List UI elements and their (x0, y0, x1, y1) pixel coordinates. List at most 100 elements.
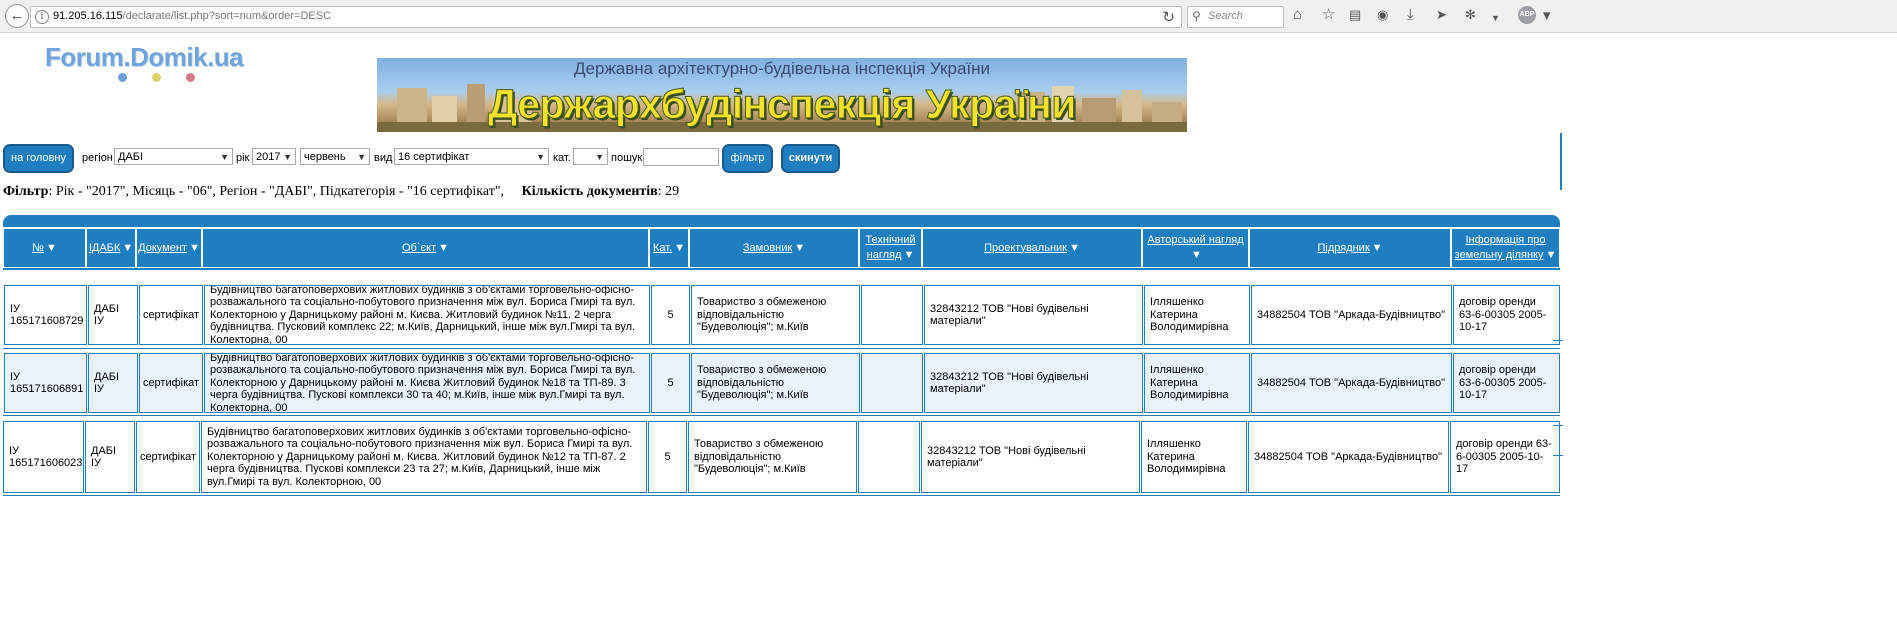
search-label: пошук (611, 152, 643, 164)
region-select[interactable]: ДАБІ ▼ (114, 148, 233, 165)
download-icon[interactable]: ⤓ (1407, 6, 1414, 24)
bookmark-star-icon[interactable]: ☆ (1322, 6, 1335, 24)
cell-author: Ілляшенко Катерина Володимирівна (1141, 421, 1247, 493)
region-select-value: ДАБІ (118, 151, 144, 163)
chevron-down-icon: ▼ (283, 152, 292, 162)
header-category[interactable]: Кат. ▼ (649, 228, 689, 268)
edge-divider (1560, 133, 1562, 190)
header-customer[interactable]: Замовник ▼ (689, 228, 859, 268)
header-land-label-1: Інформація про (1465, 234, 1546, 246)
search-input[interactable] (643, 148, 719, 166)
sort-arrow-icon: ▼ (903, 249, 915, 261)
year-select[interactable]: 2017 ▼ (252, 148, 296, 165)
header-object[interactable]: Об`єкт ▼ (202, 228, 649, 268)
table-top-bar (3, 215, 1560, 227)
month-select[interactable]: червень ▼ (300, 148, 370, 165)
cell-category: 5 (651, 285, 690, 345)
home-button[interactable]: на головну (3, 144, 74, 173)
cell-customer: Товариство з обмеженою відповідальністю … (691, 285, 860, 345)
cell-number[interactable]: ІУ 165171608729 (4, 285, 87, 345)
info-icon[interactable]: i (35, 10, 49, 24)
sort-arrow-icon: ▼ (1371, 241, 1383, 254)
header-technical-label-1: Технічний (865, 234, 916, 246)
cell-land: договір оренди 63-6-00305 2005-10-17 (1453, 353, 1560, 413)
header-number[interactable]: № ▼ (3, 228, 86, 268)
home-icon[interactable]: ⌂ (1293, 6, 1302, 24)
cell-document[interactable]: сертифікат (139, 285, 203, 345)
sort-arrow-icon: ▼ (188, 241, 200, 254)
address-bar[interactable]: i 91.205.16.115/declarate/list.php?sort=… (30, 6, 1182, 28)
chevron-down-icon: ▼ (595, 152, 604, 162)
filter-summary-label: Фільтр (3, 184, 49, 199)
header-technical-supervision[interactable]: Технічний нагляд ▼ (859, 228, 922, 268)
header-land-info[interactable]: Інформація про земельну ділянку ▼ (1451, 228, 1560, 268)
reset-button[interactable]: скинути (781, 144, 840, 173)
table-row[interactable]: ІУ 165171606891 ДАБІ ІУ сертифікат Будів… (3, 353, 1560, 413)
row-separator (3, 495, 1560, 496)
cell-customer: Товариство з обмеженою відповідальністю … (688, 421, 857, 493)
header-document-label: Документ (138, 241, 187, 254)
document-count-value: : 29 (657, 184, 680, 199)
reading-list-icon[interactable]: ▤ (1349, 6, 1361, 24)
cell-number[interactable]: ІУ 165171606891 (4, 353, 87, 413)
logo-dot (186, 73, 195, 82)
header-author-supervision[interactable]: Авторський нагляд ▼ (1142, 228, 1249, 268)
category-label: кат. (553, 152, 571, 164)
row-separator (3, 415, 1560, 416)
browser-toolbar: ← i 91.205.16.115/declarate/list.php?sor… (0, 0, 1897, 33)
banner-subtitle: Державна архітектурно-будівельна інспекц… (573, 59, 991, 78)
search-icon: ⚲ (1192, 9, 1201, 23)
cell-number[interactable]: ІУ 165171606023 (3, 421, 84, 493)
logo-dot (118, 73, 127, 82)
url-host: 91.205.16.115 (53, 10, 123, 22)
logo-dots (118, 71, 208, 83)
chevron-down-icon[interactable]: ▼ (1491, 9, 1500, 27)
url-text[interactable]: 91.205.16.115/declarate/list.php?sort=nu… (53, 10, 331, 22)
header-document[interactable]: Документ ▼ (136, 228, 202, 268)
cell-technical (861, 353, 923, 413)
region-label: регіон (82, 152, 113, 164)
header-land-label-2: земельну ділянку (1454, 249, 1544, 261)
table-row[interactable]: ІУ 165171608729 ДАБІ ІУ сертифікат Будів… (3, 285, 1560, 345)
search-bar[interactable]: ⚲ Search (1187, 6, 1284, 28)
cell-document[interactable]: сертифікат (136, 421, 200, 493)
back-icon[interactable]: ← (5, 4, 29, 28)
header-contractor[interactable]: Підрядник ▼ (1249, 228, 1451, 268)
sort-arrow-icon: ▼ (1191, 249, 1202, 261)
sort-arrow-icon: ▼ (794, 241, 806, 254)
reload-icon[interactable]: ↻ (1162, 8, 1175, 26)
header-author-label: Авторський нагляд (1147, 234, 1244, 246)
cell-contractor: 34882504 ТОВ "Аркада-Будівництво" (1251, 353, 1452, 413)
sort-arrow-icon: ▼ (1069, 241, 1080, 254)
site-logo[interactable]: Forum.Domik.ua (45, 42, 244, 73)
cell-document[interactable]: сертифікат (139, 353, 203, 413)
cell-designer: 32843212 ТОВ "Нові будівельні матеріали" (921, 421, 1140, 493)
extension-icon[interactable]: ✻ (1465, 6, 1476, 24)
cell-land: договір оренди 63-6-00305 2005-10-17 (1453, 285, 1560, 345)
table-row[interactable]: ІУ 165171606023 ДАБІ ІУ сертифікат Будів… (3, 421, 1560, 493)
cell-category: 5 (651, 353, 690, 413)
filter-button[interactable]: фільтр (722, 144, 773, 173)
header-category-label: Кат. (652, 241, 673, 254)
pocket-icon[interactable]: ◉ (1377, 6, 1388, 24)
adblock-icon[interactable]: ABP (1518, 6, 1536, 24)
menu-icon[interactable]: ▾ (1543, 6, 1551, 24)
cell-contractor: 34882504 ТОВ "Аркада-Будівництво" (1248, 421, 1449, 493)
header-designer[interactable]: Проектувальник ▼ (922, 228, 1142, 268)
sort-arrow-icon: ▼ (674, 241, 686, 254)
cell-author: Ілляшенко Катерина Володимирівна (1144, 353, 1250, 413)
sort-arrow-icon: ▼ (438, 241, 449, 254)
send-icon[interactable]: ➤ (1436, 6, 1447, 24)
banner-title: Держархбудінспекція України (487, 81, 1077, 128)
type-select[interactable]: 16 сертифікат ▼ (394, 148, 549, 165)
cell-technical (861, 285, 923, 345)
header-idabk[interactable]: ІДАБК ▼ (86, 228, 136, 268)
category-select[interactable]: ▼ (573, 148, 608, 165)
type-select-value: 16 сертифікат (398, 151, 470, 163)
row-separator (3, 348, 1560, 349)
cell-designer: 32843212 ТОВ "Нові будівельні матеріали" (924, 285, 1143, 345)
filter-summary-text: : Рік - "2017", Місяць - "06", Регіон - … (48, 184, 505, 199)
cell-designer: 32843212 ТОВ "Нові будівельні матеріали" (924, 353, 1143, 413)
row-separator (3, 268, 1560, 270)
sort-arrow-icon: ▼ (1545, 249, 1557, 261)
